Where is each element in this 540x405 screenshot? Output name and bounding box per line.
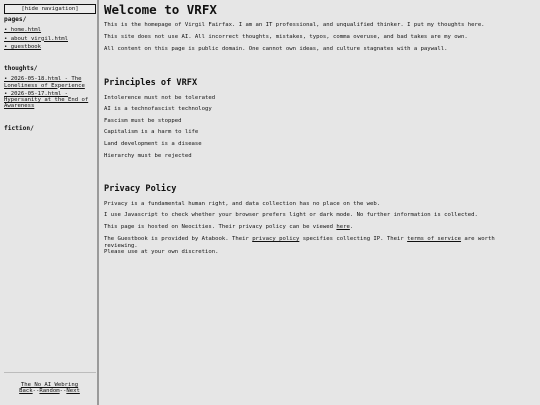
nav-section-fiction: fiction/ [4, 125, 96, 136]
principle-item: Fascism must be stopped [104, 118, 182, 124]
intro-paragraph: This is the homepage of Virgil Fairfax. … [104, 22, 485, 28]
principle-item: Capitalism is a harm to life [104, 129, 199, 135]
nav-section-thoughts: thoughts/ • 2026-05-18.html - The Loneli… [4, 65, 96, 110]
nav-section-pages: pages/ • home.html • about_virgil.html •… [4, 16, 96, 50]
webring: The No AI Webring Back--Random--Next [0, 382, 99, 395]
neocities-privacy-link[interactable]: here [336, 224, 349, 230]
webring-back-link[interactable]: Back [19, 388, 32, 394]
webring-next-link[interactable]: Next [66, 388, 79, 394]
privacy-text: specifies collecting IP. Their [299, 236, 408, 242]
sidebar: [hide navigation] pages/ • home.html • a… [0, 0, 99, 405]
privacy-text: The Guestbook is provided by Atabook. Th… [104, 236, 253, 242]
privacy-heading: Privacy Policy [104, 184, 177, 194]
nav-link-home[interactable]: • home.html [4, 27, 96, 33]
atabook-terms-link[interactable]: terms of service [407, 236, 461, 242]
principle-item: Hierarchy must be rejected [104, 153, 192, 159]
nav-link-about-virgil[interactable]: • about_virgil.html [4, 36, 96, 42]
privacy-paragraph: I use Javascript to check whether your b… [104, 212, 478, 218]
sidebar-divider [4, 372, 96, 373]
privacy-text: This page is hosted on Neocities. Their … [104, 224, 337, 230]
privacy-paragraph: Privacy is a fundamental human right, an… [104, 201, 381, 207]
webring-random-link[interactable]: Random [39, 388, 59, 394]
nav-heading-fiction: fiction/ [4, 125, 34, 132]
nav-heading-pages: pages/ [4, 16, 27, 23]
nav-heading-thoughts: thoughts/ [4, 65, 38, 72]
principle-item: Land development is a disease [104, 141, 202, 147]
webring-title-link[interactable]: The No AI Webring [21, 382, 78, 388]
atabook-privacy-policy-link[interactable]: privacy policy [252, 236, 299, 242]
principle-item: Intolerence must not be tolerated [104, 95, 216, 101]
intro-paragraph: All content on this page is public domai… [104, 46, 448, 52]
hide-navigation-button[interactable]: [hide navigation] [4, 4, 96, 14]
principle-item: AI is a technofascist technology [104, 106, 212, 112]
privacy-paragraph: The Guestbook is provided by Atabook. Th… [104, 236, 530, 256]
intro-paragraph: This site does not use AI. All incorrect… [104, 34, 468, 40]
page-title: Welcome to VRFX [104, 2, 217, 17]
privacy-text: Please use at your own discretion. [104, 249, 219, 256]
nav-link-thought-2026-05-18[interactable]: • 2026-05-18.html - The Loneliness of Ex… [4, 76, 96, 89]
privacy-paragraph: This page is hosted on Neocities. Their … [104, 224, 530, 231]
privacy-text: . [349, 224, 354, 230]
nav-link-thought-2026-05-17[interactable]: • 2026-05-17.html - Hypersanity at the E… [4, 91, 96, 110]
nav-link-guestbook[interactable]: • guestbook [4, 44, 96, 50]
principles-heading: Principles of VRFX [104, 78, 198, 88]
